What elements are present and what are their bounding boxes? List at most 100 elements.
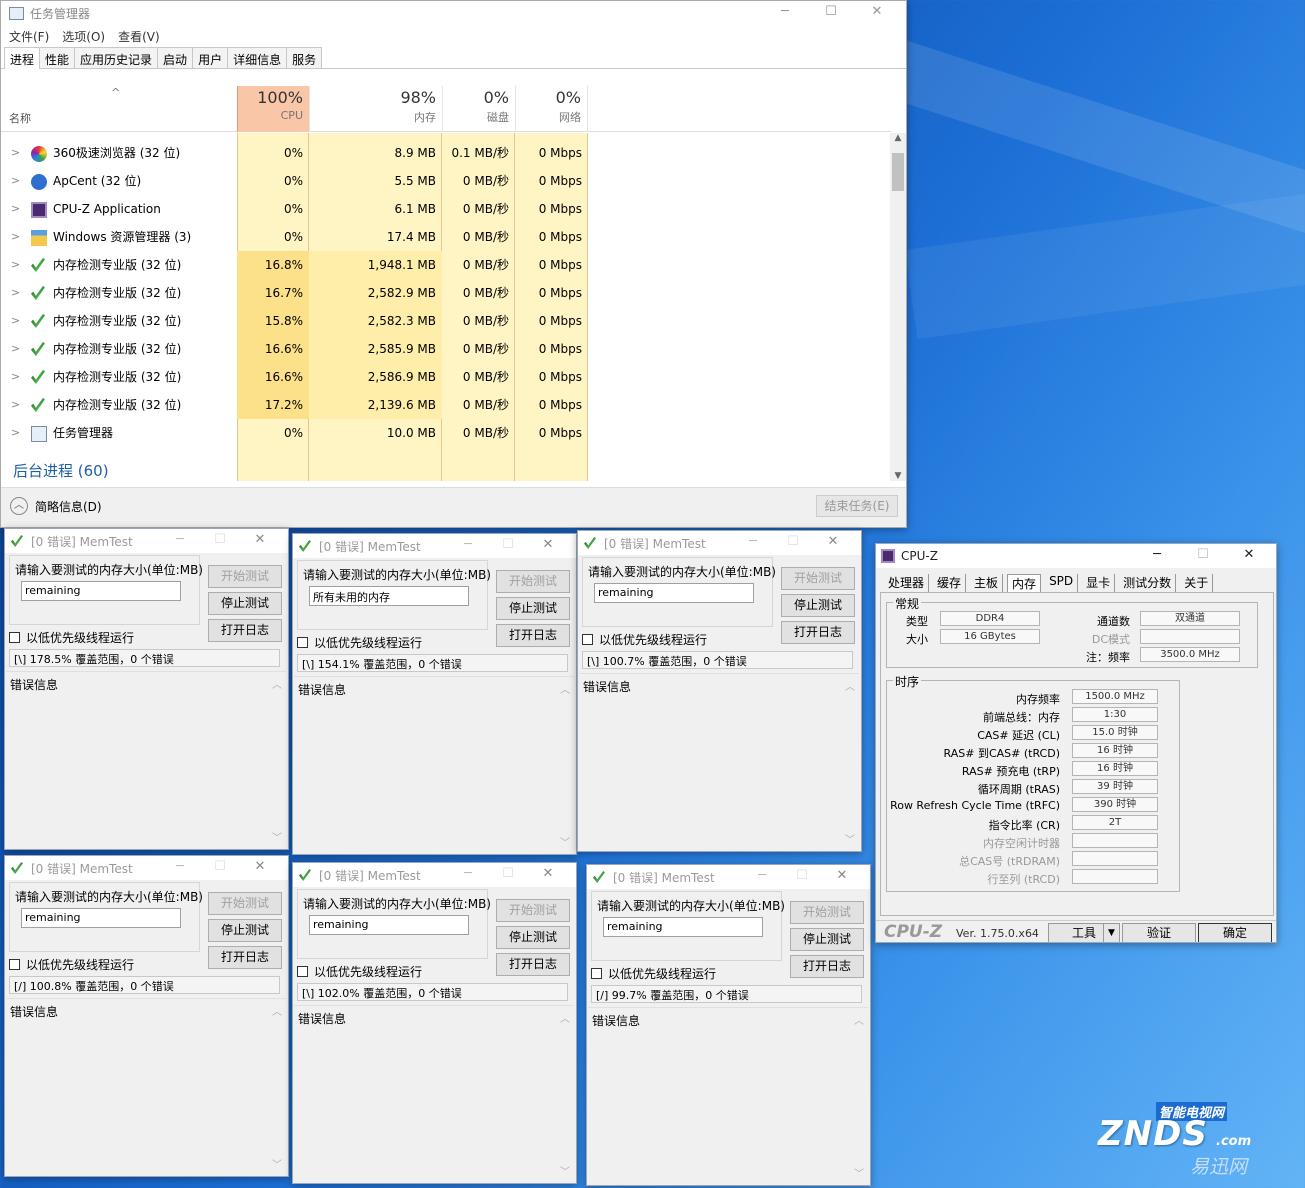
scroll-down-icon[interactable]: ﹀ xyxy=(270,829,284,844)
error-scrollbar[interactable]: ︿ ﹀ xyxy=(558,681,572,849)
minimize-button[interactable]: ─ xyxy=(762,1,808,25)
tab-services[interactable]: 服务 xyxy=(286,47,323,68)
maximize-button[interactable]: ☐ xyxy=(808,1,854,25)
column-cpu[interactable]: 100% CPU xyxy=(237,86,309,132)
close-button[interactable]: ✕ xyxy=(528,863,568,887)
scroll-down-icon[interactable]: ﹀ xyxy=(852,1165,866,1180)
close-button[interactable]: ✕ xyxy=(822,865,862,889)
tab-processes[interactable]: 进程 xyxy=(4,47,41,69)
expand-chevron-icon[interactable]: > xyxy=(11,223,20,251)
scroll-up-icon[interactable]: ︿ xyxy=(558,1010,572,1025)
expand-chevron-icon[interactable]: > xyxy=(11,195,20,223)
low-priority-checkbox[interactable]: 以低优先级线程运行 xyxy=(9,629,134,646)
checkbox-box[interactable] xyxy=(591,968,602,979)
process-row[interactable]: >360极速浏览器 (32 位) 0% 8.9 MB 0.1 MB/秒 0 Mbps xyxy=(1,139,891,167)
maximize-button[interactable]: ☐ xyxy=(488,534,528,558)
scroll-up-icon[interactable]: ︿ xyxy=(270,676,284,691)
close-button[interactable]: ✕ xyxy=(813,531,853,555)
expand-chevron-icon[interactable]: > xyxy=(11,167,20,195)
stop-test-button[interactable]: 停止测试 xyxy=(208,592,282,615)
tab-caches[interactable]: 缓存 xyxy=(933,574,967,593)
tab-startup[interactable]: 启动 xyxy=(157,47,194,68)
open-log-button[interactable]: 打开日志 xyxy=(496,953,570,976)
scroll-up-icon[interactable]: ︿ xyxy=(852,1012,866,1027)
checkbox-box[interactable] xyxy=(297,637,308,648)
low-priority-checkbox[interactable]: 以低优先级线程运行 xyxy=(9,956,134,973)
size-input[interactable]: 所有未用的内存 xyxy=(309,586,469,606)
tab-mainboard[interactable]: 主板 xyxy=(970,574,1004,593)
scroll-up-icon[interactable]: ︿ xyxy=(843,678,857,693)
scroll-up-icon[interactable]: ︿ xyxy=(558,681,572,696)
open-log-button[interactable]: 打开日志 xyxy=(208,619,282,642)
close-button[interactable]: ✕ xyxy=(240,856,280,880)
close-button[interactable]: ✕ xyxy=(240,529,280,553)
size-input[interactable]: remaining xyxy=(21,908,181,928)
scroll-down-icon[interactable]: ﹀ xyxy=(270,1156,284,1171)
process-row[interactable]: > 任务管理器 0% 10.0 MB 0 MB/秒 0 Mbps xyxy=(1,419,891,447)
maximize-button[interactable]: ☐ xyxy=(1180,544,1226,568)
open-log-button[interactable]: 打开日志 xyxy=(781,621,855,644)
tab-cpu[interactable]: 处理器 xyxy=(884,574,930,593)
process-row[interactable]: > CPU-Z Application 0% 6.1 MB 0 MB/秒 0 Mbps xyxy=(1,195,891,223)
tab-memory[interactable]: 内存 xyxy=(1007,574,1042,593)
start-test-button[interactable]: 开始测试 xyxy=(496,570,570,593)
open-log-button[interactable]: 打开日志 xyxy=(496,624,570,647)
scroll-up-icon[interactable]: ︿ xyxy=(270,1003,284,1018)
expand-chevron-icon[interactable]: > xyxy=(11,251,20,279)
error-scrollbar[interactable]: ︿ ﹀ xyxy=(270,1003,284,1171)
open-log-button[interactable]: 打开日志 xyxy=(208,946,282,969)
checkbox-box[interactable] xyxy=(9,632,20,643)
dropdown-arrow-icon[interactable]: ▼ xyxy=(1103,924,1119,942)
checkbox-box[interactable] xyxy=(582,634,593,645)
close-button[interactable]: ✕ xyxy=(528,534,568,558)
tab-details[interactable]: 详细信息 xyxy=(227,47,288,68)
expand-chevron-icon[interactable]: > xyxy=(11,139,20,167)
size-input[interactable]: remaining xyxy=(309,915,469,935)
tab-about[interactable]: 关于 xyxy=(1180,574,1214,593)
minimize-button[interactable]: ─ xyxy=(1134,544,1180,568)
error-scrollbar[interactable]: ︿ ﹀ xyxy=(852,1012,866,1180)
menu-options[interactable]: 选项(O) xyxy=(62,28,105,45)
expand-chevron-icon[interactable]: > xyxy=(11,363,20,391)
scroll-down-icon[interactable]: ﹀ xyxy=(558,1163,572,1178)
expand-chevron-icon[interactable]: > xyxy=(11,335,20,363)
tab-performance[interactable]: 性能 xyxy=(39,47,76,68)
background-processes-group[interactable]: 后台进程 (60) xyxy=(13,460,109,481)
process-row[interactable]: > 内存检测专业版 (32 位) 16.7% 2,582.9 MB 0 MB/秒 0 Mb… xyxy=(1,279,891,307)
minimize-button[interactable]: ─ xyxy=(742,865,782,889)
column-name[interactable]: 名称 xyxy=(9,110,31,126)
scroll-thumb[interactable] xyxy=(892,153,904,191)
checkbox-box[interactable] xyxy=(297,966,308,977)
column-network[interactable]: 0% 网络 xyxy=(515,86,588,132)
tab-users[interactable]: 用户 xyxy=(192,47,229,68)
expand-chevron-icon[interactable]: > xyxy=(11,391,20,419)
process-row[interactable]: > 内存检测专业版 (32 位) 17.2% 2,139.6 MB 0 MB/秒 0 Mb… xyxy=(1,391,891,419)
process-row[interactable]: > Windows 资源管理器 (3) 0% 17.4 MB 0 MB/秒 0 Mbps xyxy=(1,223,891,251)
maximize-button[interactable]: ☐ xyxy=(782,865,822,889)
validate-button[interactable]: 验证 xyxy=(1122,923,1196,942)
stop-test-button[interactable]: 停止测试 xyxy=(496,597,570,620)
scroll-down-icon[interactable]: ▼ xyxy=(890,471,906,481)
start-test-button[interactable]: 开始测试 xyxy=(781,567,855,590)
fewer-details-link[interactable]: 简略信息(D) xyxy=(35,498,102,515)
process-row[interactable]: > 内存检测专业版 (32 位) 16.8% 1,948.1 MB 0 MB/秒 0 Mb… xyxy=(1,251,891,279)
size-input[interactable]: remaining xyxy=(603,917,763,937)
close-button[interactable]: ✕ xyxy=(1226,544,1272,568)
error-scrollbar[interactable]: ︿ ﹀ xyxy=(843,678,857,846)
error-scrollbar[interactable]: ︿ ﹀ xyxy=(558,1010,572,1178)
minimize-button[interactable]: ─ xyxy=(160,856,200,880)
low-priority-checkbox[interactable]: 以低优先级线程运行 xyxy=(591,965,716,982)
maximize-button[interactable]: ☐ xyxy=(773,531,813,555)
column-disk[interactable]: 0% 磁盘 xyxy=(442,86,515,132)
start-test-button[interactable]: 开始测试 xyxy=(790,901,864,924)
expand-chevron-icon[interactable]: > xyxy=(11,307,20,335)
scroll-down-icon[interactable]: ﹀ xyxy=(558,834,572,849)
tab-bench[interactable]: 测试分数 xyxy=(1119,574,1177,593)
stop-test-button[interactable]: 停止测试 xyxy=(781,594,855,617)
low-priority-checkbox[interactable]: 以低优先级线程运行 xyxy=(582,631,707,648)
checkbox-box[interactable] xyxy=(9,959,20,970)
expand-chevron-icon[interactable]: > xyxy=(11,279,20,307)
start-test-button[interactable]: 开始测试 xyxy=(208,892,282,915)
start-test-button[interactable]: 开始测试 xyxy=(496,899,570,922)
process-row[interactable]: > ApCent (32 位) 0% 5.5 MB 0 MB/秒 0 Mbps xyxy=(1,167,891,195)
